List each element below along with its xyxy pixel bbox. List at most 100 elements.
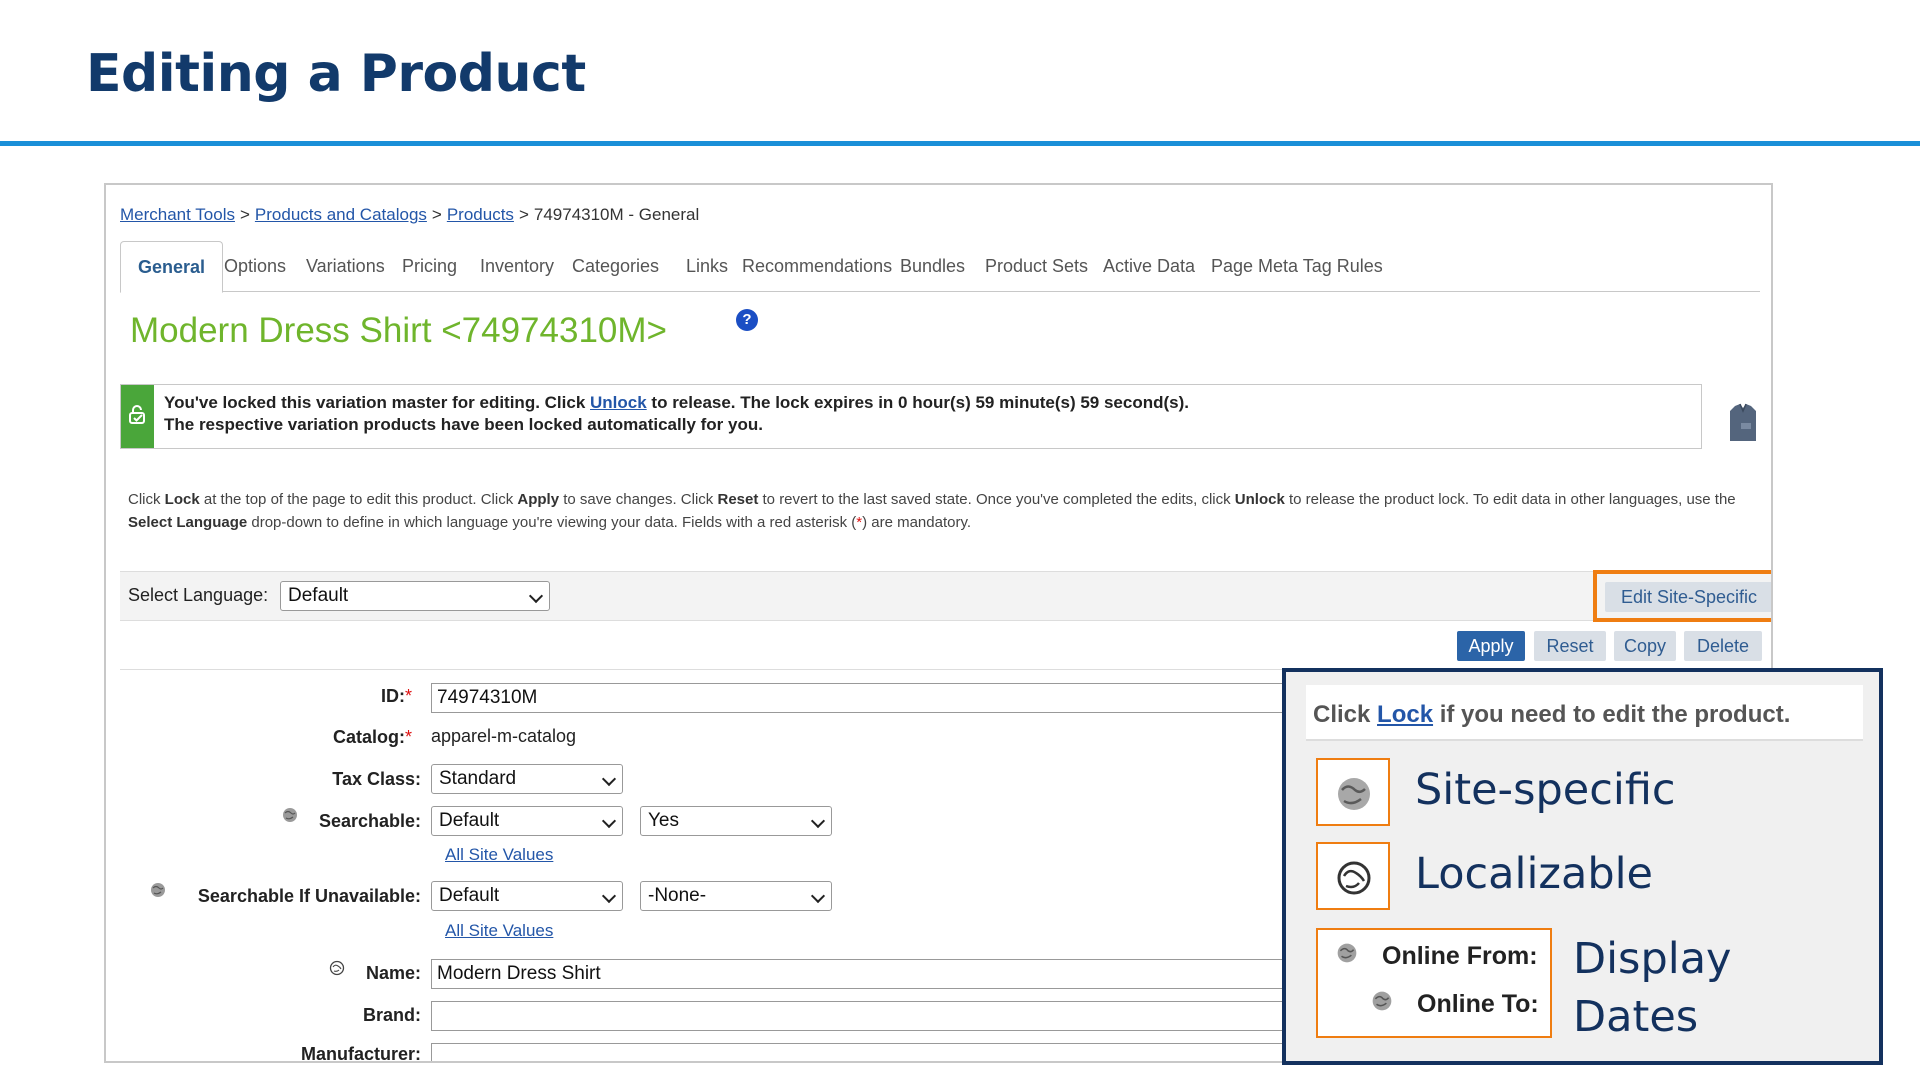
- language-bar: Select Language: Default: [120, 571, 1771, 621]
- searchable-unavailable-value: -None-: [648, 885, 707, 906]
- id-label: ID:*: [381, 686, 412, 707]
- lock-link[interactable]: Lock: [1377, 701, 1433, 728]
- lock-check-icon: [129, 405, 145, 424]
- apply-button[interactable]: Apply: [1457, 631, 1525, 661]
- instr-text: to revert to the last saved state. Once …: [758, 491, 1235, 508]
- tab-options[interactable]: Options: [224, 241, 286, 292]
- lock-message-line-2: The respective variation products have b…: [164, 415, 763, 434]
- tab-active-data[interactable]: Active Data: [1103, 241, 1195, 292]
- edit-site-specific-highlight: Edit Site-Specific: [1593, 570, 1771, 622]
- title-rule: [0, 141, 1920, 146]
- site-specific-icon: [151, 883, 165, 897]
- lock-tip: Click Lock if you need to edit the produ…: [1306, 685, 1863, 741]
- tab-general[interactable]: General: [120, 241, 224, 293]
- tab-pricing[interactable]: Pricing: [402, 241, 457, 292]
- site-specific-icon-box: [1316, 758, 1390, 826]
- instr-bold: Lock: [164, 491, 200, 508]
- legend-callout: Click Lock if you need to edit the produ…: [1282, 668, 1883, 1065]
- instr-bold: Unlock: [1234, 491, 1285, 508]
- searchable-unavailable-value-select[interactable]: -None-: [640, 881, 832, 911]
- searchable-scope-value: Default: [439, 810, 500, 831]
- breadcrumb-separator: >: [518, 205, 529, 224]
- breadcrumb-merchant-tools[interactable]: Merchant Tools: [120, 205, 235, 224]
- online-to-label: Online To:: [1417, 990, 1539, 1018]
- chevron-down-icon: [810, 888, 826, 904]
- breadcrumb-separator: >: [239, 205, 250, 224]
- tab-links[interactable]: Links: [686, 241, 728, 292]
- searchable-label: Searchable:: [318, 811, 421, 831]
- delete-button[interactable]: Delete: [1684, 631, 1762, 661]
- slide-title: Editing a Product: [86, 44, 586, 104]
- required-asterisk: *: [404, 727, 412, 747]
- reset-button[interactable]: Reset: [1534, 631, 1606, 661]
- site-specific-icon: [283, 808, 297, 822]
- unlock-link[interactable]: Unlock: [590, 393, 647, 412]
- id-label-text: ID:: [380, 686, 405, 706]
- select-language-label: Select Language:: [128, 585, 269, 605]
- edit-site-specific-button[interactable]: Edit Site-Specific: [1605, 582, 1771, 612]
- chevron-down-icon: [601, 771, 617, 787]
- searchable-unavailable-scope-value: Default: [439, 885, 500, 906]
- catalog-value: apparel-m-catalog: [431, 726, 577, 746]
- lock-text: You've locked this variation master for …: [164, 393, 591, 412]
- tab-page-meta-tag-rules[interactable]: Page Meta Tag Rules: [1211, 241, 1383, 292]
- product-image-thumbnail[interactable]: [1726, 403, 1760, 443]
- instr-text: ) are mandatory.: [862, 514, 972, 531]
- copy-button[interactable]: Copy: [1614, 631, 1676, 661]
- display-legend-label: Display: [1573, 934, 1732, 984]
- display-dates-box: Online From: Online To:: [1316, 928, 1552, 1038]
- instr-text: Click: [128, 491, 165, 508]
- action-row: Apply Reset Copy Delete: [120, 622, 1771, 670]
- online-from-label: Online From:: [1382, 942, 1538, 970]
- site-specific-legend-label: Site-specific: [1415, 765, 1676, 815]
- chevron-down-icon: [528, 588, 544, 604]
- tip-text: Click: [1313, 701, 1378, 728]
- tab-bundles[interactable]: Bundles: [900, 241, 965, 292]
- chevron-down-icon: [810, 813, 826, 829]
- breadcrumb-products-and-catalogs[interactable]: Products and Catalogs: [255, 205, 427, 224]
- slide: Editing a Product Merchant Tools > Product…: [0, 0, 1920, 1080]
- brand-label: Brand:: [363, 1005, 421, 1025]
- instr-text: to save changes. Click: [559, 491, 718, 508]
- select-language-dropdown[interactable]: Default: [280, 581, 550, 611]
- all-site-values-link[interactable]: All Site Values: [445, 845, 553, 865]
- instructions-text: Click Lock at the top of the page to edi…: [128, 488, 1748, 534]
- dates-legend-label: Dates: [1573, 992, 1699, 1042]
- site-specific-icon: [1338, 778, 1370, 810]
- breadcrumb-products[interactable]: Products: [447, 205, 514, 224]
- lock-message-line-1: You've locked this variation master for …: [164, 393, 1189, 413]
- tax-class-value: Standard: [439, 768, 517, 789]
- tab-variations[interactable]: Variations: [306, 241, 385, 292]
- lock-message: You've locked this variation master for …: [120, 384, 1702, 449]
- manufacturer-label: Manufacturer:: [300, 1044, 421, 1063]
- instr-text: to release the product lock. To edit dat…: [1284, 491, 1736, 508]
- tip-text: if you need to edit the product.: [1433, 701, 1791, 728]
- tax-class-select[interactable]: Standard: [431, 764, 623, 794]
- lock-text: to release. The lock expires in 0 hour(s…: [646, 393, 1189, 412]
- required-asterisk: *: [404, 686, 412, 706]
- chevron-down-icon: [601, 813, 617, 829]
- catalog-label: Catalog:*: [333, 727, 412, 748]
- tab-inventory[interactable]: Inventory: [480, 241, 554, 292]
- searchable-value-select[interactable]: Yes: [640, 806, 832, 836]
- all-site-values-link[interactable]: All Site Values: [445, 921, 553, 941]
- tab-product-sets[interactable]: Product Sets: [985, 241, 1088, 292]
- tab-recommendations[interactable]: Recommendations: [742, 241, 892, 292]
- instr-text: drop-down to define in which language yo…: [247, 514, 857, 531]
- instr-bold: Select Language: [128, 514, 248, 531]
- site-specific-icon: [1372, 991, 1392, 1011]
- searchable-unavailable-scope-select[interactable]: Default: [431, 881, 623, 911]
- lock-tip-text: Click Lock if you need to edit the produ…: [1313, 701, 1790, 729]
- localizable-icon: [1337, 861, 1371, 895]
- site-specific-icon: [1337, 943, 1357, 963]
- instr-bold: Apply: [517, 491, 560, 508]
- tab-categories[interactable]: Categories: [572, 241, 659, 292]
- searchable-if-unavailable-label: Searchable If Unavailable:: [197, 886, 421, 906]
- searchable-value: Yes: [648, 810, 679, 831]
- searchable-scope-select[interactable]: Default: [431, 806, 623, 836]
- tax-class-label: Tax Class:: [332, 769, 421, 789]
- localizable-icon-box: [1316, 842, 1390, 910]
- instr-text: at the top of the page to edit this prod…: [199, 491, 518, 508]
- breadcrumb: Merchant Tools > Products and Catalogs > Pro…: [120, 205, 699, 225]
- help-icon[interactable]: ?: [736, 309, 758, 331]
